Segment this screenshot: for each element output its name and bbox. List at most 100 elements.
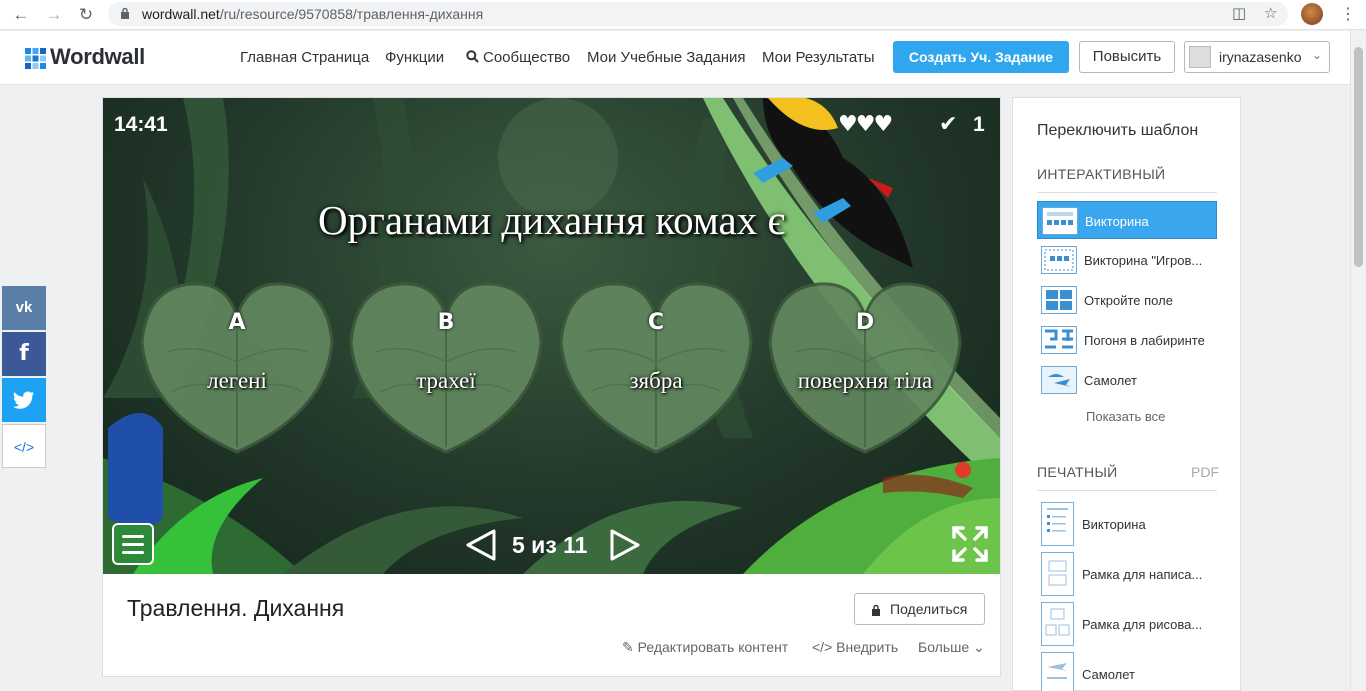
divider [1037,192,1217,193]
logo-text[interactable]: Wordwall [50,44,145,70]
switcher-title: Переключить шаблон [1037,122,1199,139]
wordwall-logo-icon[interactable] [25,48,46,69]
drawing-frame-icon [1041,602,1074,646]
edit-label: Редактировать контент [637,639,789,655]
translate-icon[interactable]: ◫ [1232,4,1246,22]
answer-a[interactable]: A легені [137,282,337,462]
create-activity-button[interactable]: Создать Уч. Задание [893,41,1069,73]
nav-community-label: Сообщество [483,49,571,66]
page-scrollbar[interactable] [1350,31,1366,691]
user-avatar [1189,46,1211,68]
twitter-share-button[interactable] [2,378,46,422]
template-label: Викторина [1085,214,1149,229]
lock-icon [872,604,880,616]
search-icon [466,50,479,63]
template-switcher-panel: Переключить шаблон ИНТЕРАКТИВНЫЙ Виктори… [1012,97,1241,691]
template-maze-chase[interactable]: Погоня в лабиринте [1037,321,1217,359]
next-arrow-icon[interactable] [608,528,642,562]
nav-my-results[interactable]: Мои Результаты [762,49,875,66]
maze-chase-icon [1041,326,1077,354]
game-canvas[interactable]: 14:41 ♥♥♥ ✔ 1 Органами дихання комах є A… [103,98,1000,574]
gameshow-quiz-icon [1041,246,1077,274]
chevron-down-icon: ⌄ [973,639,985,655]
printable-quiz[interactable]: Викторина [1037,502,1217,546]
answer-d[interactable]: D поверхня тіла [765,282,965,462]
upgrade-button[interactable]: Повысить [1079,41,1175,73]
share-button[interactable]: Поделиться [854,593,985,625]
embed-label: Внедрить [836,639,899,655]
divider [1037,490,1217,491]
printable-writing-frame[interactable]: Рамка для написа... [1037,552,1217,596]
nav-features[interactable]: Функции [385,49,444,66]
answer-letter: A [228,310,246,335]
game-menu-button[interactable] [112,523,154,565]
facebook-share-button[interactable]: f [2,332,46,376]
printable-airplane[interactable]: Самолет [1037,652,1217,691]
template-label: Откройте поле [1084,293,1173,308]
previous-arrow-icon[interactable] [464,528,498,562]
answer-text: трахеї [416,368,476,393]
template-label: Викторина "Игров... [1084,253,1203,268]
timer: 14:41 [114,113,168,136]
answer-letter: B [437,310,455,335]
more-label: Больше [918,639,970,655]
printable-heading: ПЕЧАТНЫЙ [1037,464,1118,480]
hamburger-icon [122,535,144,538]
nav-home[interactable]: Главная Страница [240,49,369,66]
more-dropdown[interactable]: Больше ⌄ [918,639,985,656]
interactive-heading: ИНТЕРАКТИВНЫЙ [1037,166,1166,182]
pager-text: 5 из 11 [512,532,588,558]
printable-drawing-frame[interactable]: Рамка для рисова... [1037,602,1217,646]
answer-letter: D [855,310,875,335]
printable-label: Самолет [1082,667,1135,682]
printable-airplane-icon [1041,652,1074,691]
embed-link[interactable]: </> Внедрить [812,639,898,655]
lock-icon [121,7,129,19]
answer-text: легені [207,368,267,393]
open-box-icon [1041,286,1077,314]
username: irynazasenko [1219,49,1302,65]
reload-icon[interactable]: ↻ [75,4,97,26]
template-airplane[interactable]: Самолет [1037,361,1217,399]
share-label: Поделиться [890,601,968,617]
activity-card: 14:41 ♥♥♥ ✔ 1 Органами дихання комах є A… [102,97,1001,677]
pencil-icon: ✎ [622,639,634,655]
airplane-icon [1041,366,1077,394]
fullscreen-icon[interactable] [951,525,989,563]
question-pager: 5 из 11 [464,526,644,566]
vk-share-button[interactable]: vk [2,286,46,330]
printable-label: Рамка для рисова... [1082,617,1203,632]
embed-code-button[interactable]: </> [2,424,46,468]
back-arrow-icon[interactable]: ← [10,4,32,26]
user-menu-button[interactable]: irynazasenko ⌄ [1184,41,1330,73]
answer-letter: C [647,310,665,335]
template-quiz[interactable]: Викторина [1037,201,1217,239]
lives-hearts-icon: ♥♥♥ [838,112,893,137]
printable-quiz-icon [1041,502,1074,546]
template-gameshow-quiz[interactable]: Викторина "Игров... [1037,241,1217,279]
template-label: Погоня в лабиринте [1084,333,1205,348]
url-host: wordwall.net [142,6,220,22]
pdf-label: PDF [1191,464,1219,480]
site-header: Wordwall Главная Страница Функции Сообще… [0,31,1350,85]
show-all-link[interactable]: Показать все [1086,409,1165,424]
nav-my-activities[interactable]: Мои Учебные Задания [587,49,746,66]
scroll-thumb[interactable] [1354,47,1363,267]
browser-toolbar: ← → ↻ wordwall.net/ru/resource/9570858/т… [0,0,1366,30]
kebab-menu-icon[interactable]: ⋮ [1340,4,1356,24]
quiz-icon [1042,207,1078,235]
activity-title: Травлення. Дихання [127,595,345,621]
answer-c[interactable]: C зябра [556,282,756,462]
star-icon[interactable]: ☆ [1264,4,1277,22]
nav-community[interactable]: Сообщество [466,49,570,66]
answer-text: зябра [629,368,683,393]
edit-content-link[interactable]: ✎ Редактировать контент [622,639,788,656]
answer-b[interactable]: B трахеї [346,282,546,462]
address-bar[interactable]: wordwall.net/ru/resource/9570858/травлен… [108,2,1288,26]
template-open-box[interactable]: Откройте поле [1037,281,1217,319]
template-label: Самолет [1084,373,1137,388]
profile-avatar[interactable] [1301,3,1323,25]
forward-arrow-icon[interactable]: → [43,4,65,26]
code-icon: </> [812,639,833,655]
score: 1 [973,113,985,136]
